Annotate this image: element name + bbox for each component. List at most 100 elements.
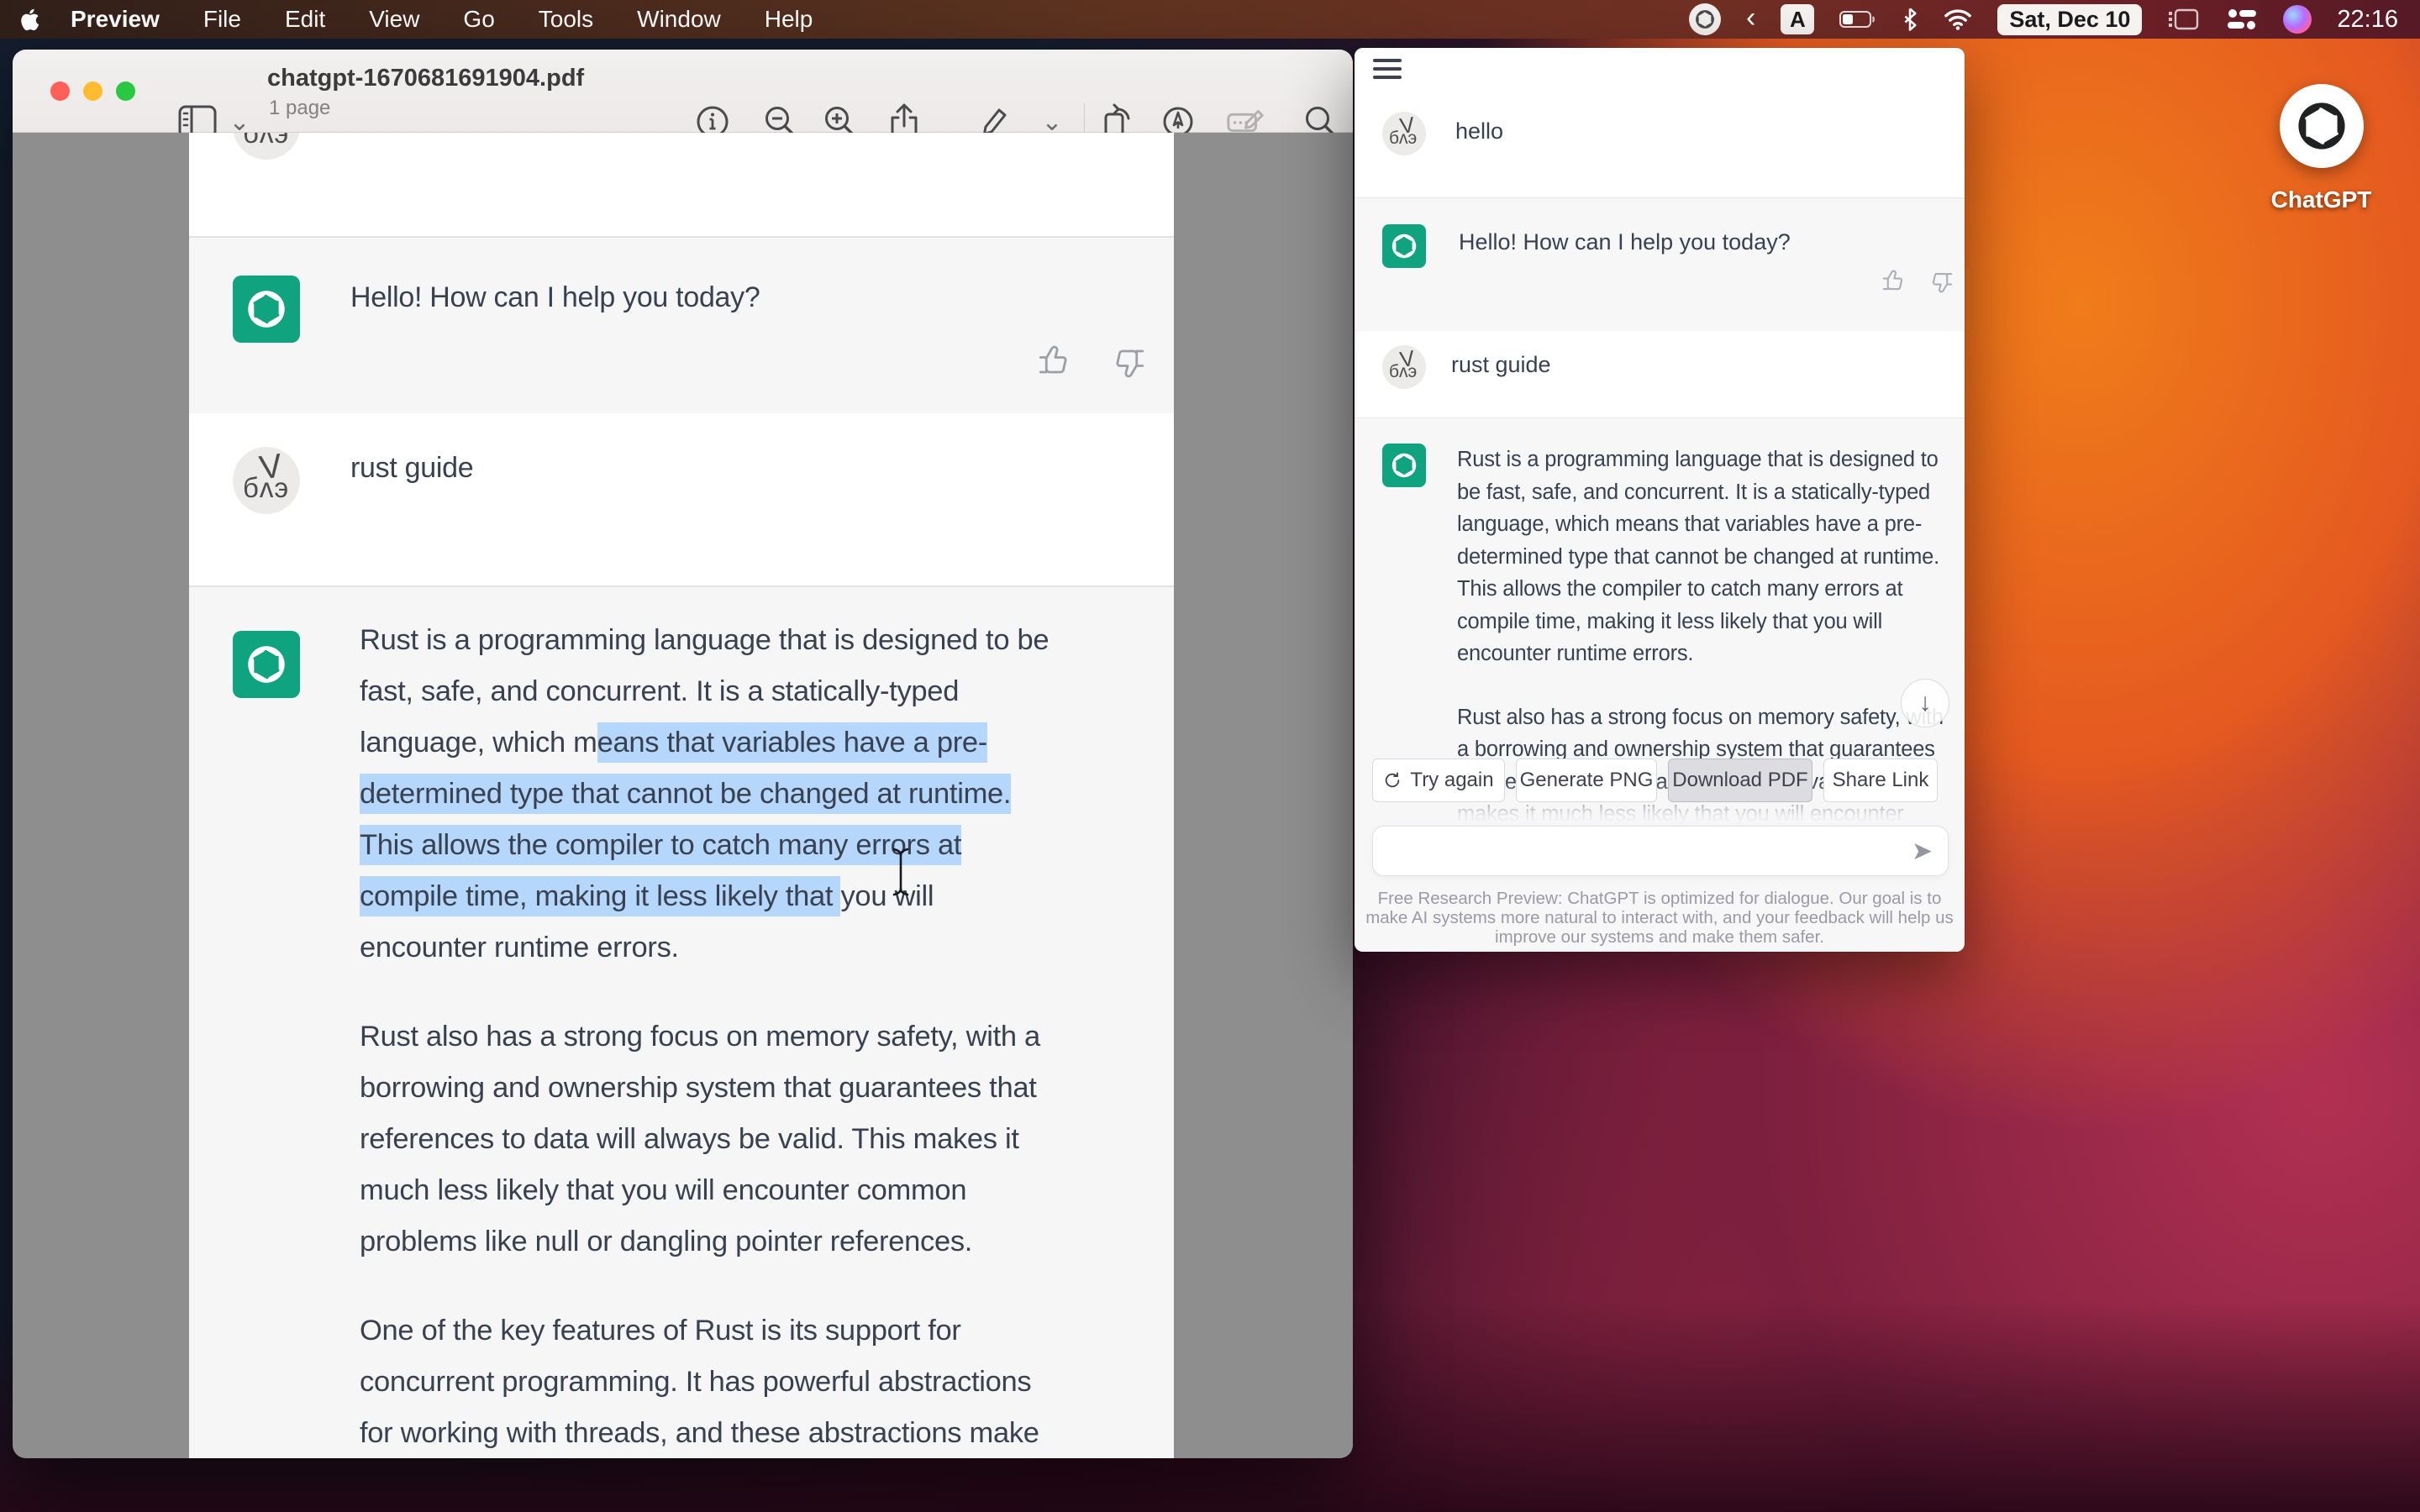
pdf-text-line: encounter runtime errors. [360, 932, 1049, 983]
pdf-row-assistant-answer: Rust is a programming language that is d… [189, 585, 1174, 1458]
selected-text: eans that variables have a pre- [597, 722, 987, 763]
menu-bar: Preview File Edit View Go Tools Window H… [0, 0, 2420, 39]
try-again-button[interactable]: Try again [1372, 759, 1505, 802]
page-count: 1 page [269, 97, 330, 120]
share-link-button[interactable]: Share Link [1823, 759, 1938, 802]
pdf-row-user-hello-partial: V бʌэ [189, 133, 1174, 236]
generate-png-label: Generate PNG [1520, 769, 1654, 792]
send-icon[interactable]: ➤ [1912, 837, 1933, 866]
download-pdf-button[interactable]: Download PDF [1668, 759, 1812, 802]
plain-text: for working with threads, and these abst… [360, 1413, 1039, 1453]
siri-icon[interactable] [2283, 5, 2312, 34]
menu-item-view[interactable]: View [347, 6, 441, 33]
selected-text: determined type that cannot be changed a… [360, 774, 1011, 814]
plain-text: problems like null or dangling pointer r… [360, 1221, 972, 1262]
chatgpt-status-icon[interactable] [1689, 3, 1721, 35]
assistant-greeting-text: Hello! How can I help you today? [350, 281, 760, 314]
pdf-text-line: This allows the compiler to catch many e… [360, 829, 1049, 880]
menu-item-tools[interactable]: Tools [517, 6, 615, 33]
desktop-icon-label: ChatGPT [2260, 186, 2382, 213]
plain-text: encounter runtime errors. [360, 927, 679, 968]
preview-title-bar[interactable]: ⌄ chatgpt-1670681691904.pdf 1 page ⌄ [13, 50, 1353, 133]
pdf-text-line: Rust also has a strong focus on memory s… [360, 1021, 1049, 1072]
chatgpt-avatar [233, 631, 300, 698]
thumbs-down-icon[interactable] [1929, 270, 1954, 295]
user-prompt-text: rust guide [1451, 352, 1551, 378]
battery-icon[interactable] [1839, 9, 1876, 29]
thumbs-down-icon[interactable] [1112, 345, 1147, 381]
chat-row-user-prompt: V бʌэ rust guide [1355, 332, 1965, 417]
user-avatar: V бʌэ [1382, 112, 1426, 155]
user-prompt-text: rust guide [350, 452, 473, 485]
avatar-glyph: бʌэ [1389, 362, 1417, 382]
menu-item-window[interactable]: Window [615, 6, 743, 33]
input-source-indicator[interactable]: A [1781, 4, 1814, 34]
pdf-text-line: for working with threads, and these abst… [360, 1417, 1049, 1458]
zoom-window-button[interactable] [116, 81, 135, 101]
wifi-icon[interactable] [1944, 8, 1972, 30]
chat-footer-disclaimer: Free Research Preview: ChatGPT is optimi… [1363, 889, 1956, 947]
menu-bar-date[interactable]: Sat, Dec 10 [1997, 4, 2142, 35]
share-link-label: Share Link [1833, 769, 1929, 792]
assistant-greeting-text: Hello! How can I help you today? [1459, 229, 1791, 255]
pdf-text-line: language, which means that variables hav… [360, 727, 1049, 778]
pdf-text-line: Rust is a programming language that is d… [360, 624, 1049, 675]
chat-row-assistant-greeting: Hello! How can I help you today? [1355, 197, 1965, 333]
plain-text: fast, safe, and concurrent. It is a stat… [360, 671, 959, 711]
avatar-glyph: бʌэ [1389, 129, 1417, 149]
minimize-button[interactable] [83, 81, 103, 101]
menu-bar-status: ‹ A Sat, Dec 10 22:16 [1689, 3, 2420, 35]
pdf-text-line: concurrent programming. It has powerful … [360, 1366, 1049, 1417]
menu-hamburger-icon[interactable] [1373, 59, 1402, 79]
menu-bar-clock[interactable]: 22:16 [2337, 6, 2398, 34]
menu-item-go[interactable]: Go [441, 6, 516, 33]
pdf-text-line: compile time, making it less likely that… [360, 880, 1049, 932]
menu-item-preview[interactable]: Preview [59, 6, 182, 33]
pdf-text-line: borrowing and ownership system that guar… [360, 1072, 1049, 1123]
scroll-to-bottom-button[interactable]: ↓ [1901, 679, 1949, 727]
down-arrow-icon: ↓ [1919, 689, 1932, 717]
thumbs-up-icon[interactable] [1881, 268, 1906, 293]
generate-png-button[interactable]: Generate PNG [1516, 759, 1657, 802]
plain-text: One of the key features of Rust is its s… [360, 1310, 961, 1351]
apple-logo-icon [17, 7, 42, 32]
menu-item-edit[interactable]: Edit [263, 6, 347, 33]
plain-text: you will [840, 876, 934, 916]
bluetooth-icon[interactable] [1902, 8, 1918, 31]
user-avatar: V бʌэ [233, 447, 300, 514]
pdf-text-line: fast, safe, and concurrent. It is a stat… [360, 675, 1049, 727]
chatgpt-desktop-icon[interactable]: ChatGPT [2260, 84, 2382, 213]
pdf-text-line: much less likely that you will encounter… [360, 1174, 1049, 1226]
try-again-label: Try again [1410, 769, 1493, 792]
menu-item-help[interactable]: Help [743, 6, 835, 33]
pdf-row-user-prompt: V бʌэ rust guide [189, 413, 1174, 585]
close-button[interactable] [50, 81, 70, 101]
chatgpt-header [1355, 48, 1965, 92]
preview-content-area[interactable]: V бʌэ Hello! How can I help you today? [13, 133, 1353, 1458]
selected-text: This allows the compiler to catch many e… [360, 825, 961, 865]
pdf-text-line: problems like null or dangling pointer r… [360, 1226, 1049, 1277]
chatgpt-avatar [1382, 224, 1426, 268]
user-avatar: V бʌэ [1382, 345, 1426, 389]
chatgpt-app-icon[interactable] [2280, 84, 2364, 168]
desktop: Preview File Edit View Go Tools Window H… [0, 0, 2420, 1512]
menu-item-file[interactable]: File [182, 6, 263, 33]
chatgpt-avatar [233, 276, 300, 343]
thumbs-up-icon[interactable] [1036, 343, 1071, 378]
plain-text: Rust is a programming language that is d… [360, 620, 1049, 660]
preview-window: ⌄ chatgpt-1670681691904.pdf 1 page ⌄ [13, 50, 1353, 1458]
plain-text: concurrent programming. It has powerful … [360, 1362, 1031, 1402]
apple-menu-icon[interactable] [0, 7, 59, 32]
plain-text: much less likely that you will encounter… [360, 1170, 966, 1210]
window-title: chatgpt-1670681691904.pdf [267, 65, 584, 92]
collapse-status-icon[interactable]: ‹ [1746, 3, 1755, 32]
chat-message-input[interactable]: ➤ [1372, 826, 1949, 876]
user-hello-text: hello [1455, 118, 1503, 144]
plain-text: references to data will always be valid.… [360, 1119, 1019, 1159]
retry-icon [1383, 771, 1402, 790]
screen-mirroring-icon[interactable] [2167, 7, 2201, 32]
text-cursor [891, 847, 911, 897]
user-avatar: V бʌэ [233, 133, 300, 160]
pdf-page[interactable]: V бʌэ Hello! How can I help you today? [189, 133, 1174, 1458]
control-center-icon[interactable] [2226, 8, 2258, 31]
